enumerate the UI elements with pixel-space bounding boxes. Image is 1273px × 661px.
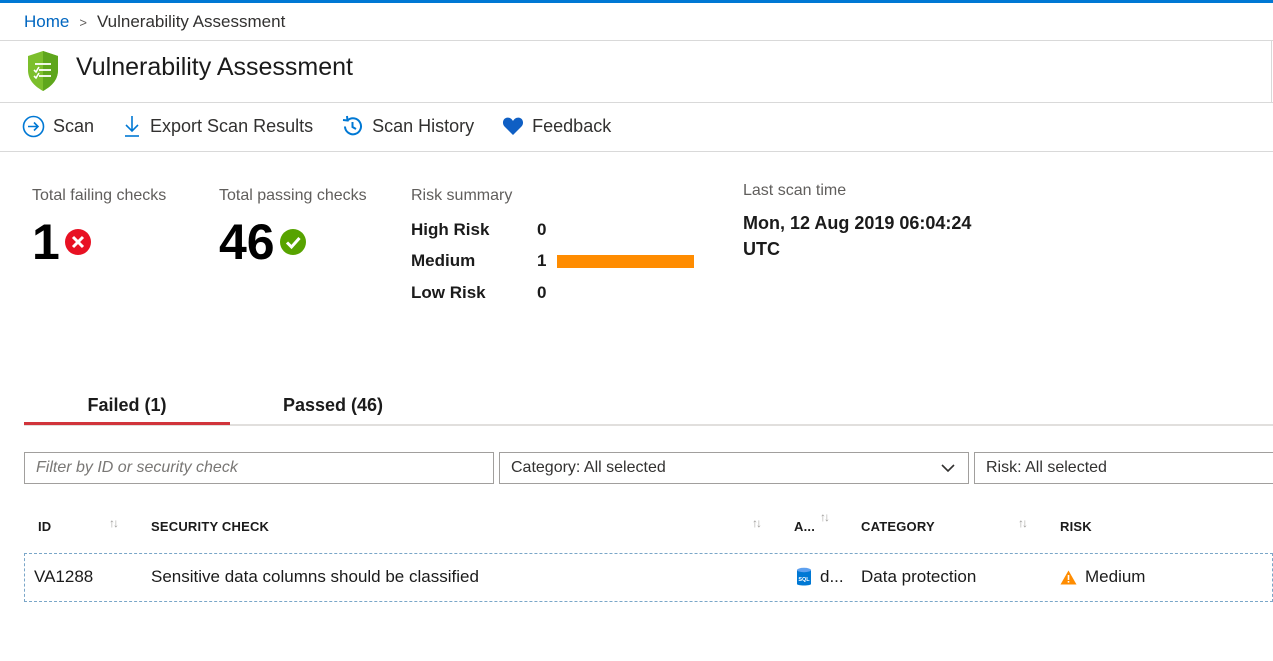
- scan-label: Scan: [53, 115, 95, 136]
- last-scan-label: Last scan time: [743, 182, 847, 199]
- shield-check-icon: [28, 51, 58, 91]
- command-toolbar: Scan Export Scan Results Scan History Fe…: [22, 114, 639, 138]
- risk-name: Medium: [411, 251, 476, 270]
- export-scan-results-button[interactable]: Export Scan Results: [122, 114, 313, 138]
- arrow-circle-icon: [22, 115, 45, 137]
- sql-database-icon: SQL: [797, 567, 811, 586]
- passing-checks-summary: Total passing checks 46: [219, 187, 367, 267]
- failing-checks-summary: Total failing checks 1: [32, 187, 166, 267]
- row-id: VA1288: [34, 567, 94, 586]
- search-input[interactable]: [36, 459, 493, 477]
- page-header: Vulnerability Assessment: [26, 50, 353, 92]
- download-icon: [125, 116, 140, 137]
- risk-dropdown-value: Risk: All selected: [986, 459, 1107, 476]
- risk-count: 0: [537, 283, 547, 302]
- breadcrumb-current: Vulnerability Assessment: [96, 12, 286, 31]
- sort-icon[interactable]: ↑↓: [1018, 516, 1028, 530]
- row-applies-to: SQL d...: [796, 567, 844, 587]
- tab-failed[interactable]: Failed (1): [24, 395, 230, 425]
- column-header-id[interactable]: ID: [38, 519, 51, 534]
- export-label: Export Scan Results: [150, 115, 314, 136]
- scan-button[interactable]: Scan: [22, 115, 94, 138]
- passing-checks-label: Total passing checks: [219, 187, 367, 204]
- chevron-down-icon: [941, 464, 955, 473]
- risk-row-medium: Medium 1: [411, 251, 694, 271]
- scan-history-button[interactable]: Scan History: [341, 115, 474, 138]
- history-clock-icon: [342, 115, 363, 135]
- risk-name: Low Risk: [411, 283, 486, 302]
- risk-count: 1: [537, 251, 547, 270]
- failing-checks-label: Total failing checks: [32, 187, 167, 204]
- toolbar-top-divider: [0, 102, 1273, 103]
- column-header-category[interactable]: CATEGORY: [861, 519, 935, 534]
- header-vertical-divider: [1271, 40, 1272, 102]
- last-scan-datetime: Mon, 12 Aug 2019 06:04:24: [743, 213, 972, 233]
- risk-dropdown[interactable]: Risk: All selected: [974, 452, 1273, 484]
- row-category: Data protection: [861, 567, 977, 586]
- toolbar-bottom-divider: [0, 151, 1273, 152]
- svg-text:SQL: SQL: [798, 577, 810, 583]
- risk-row-low: Low Risk 0: [411, 283, 557, 303]
- heart-icon: [503, 117, 524, 135]
- sort-icon[interactable]: ↑↓: [109, 516, 119, 530]
- search-filter: [24, 452, 494, 484]
- column-header-applies-to[interactable]: A...: [794, 519, 815, 534]
- risk-summary-label: Risk summary: [411, 187, 513, 204]
- error-circle-icon: [64, 229, 91, 255]
- success-check-icon: [279, 229, 306, 255]
- tab-passed[interactable]: Passed (46): [230, 395, 436, 425]
- header-divider: [0, 40, 1273, 41]
- feedback-label: Feedback: [532, 115, 612, 136]
- last-scan-time: Last scan time Mon, 12 Aug 2019 06:04:24…: [743, 182, 971, 262]
- risk-bar: [557, 254, 694, 268]
- passing-checks-count: 46: [219, 214, 275, 270]
- risk-summary: Risk summary High Risk 0 Medium 1 Low Ri…: [411, 187, 694, 302]
- breadcrumb-separator: >: [79, 14, 87, 30]
- failing-checks-count: 1: [32, 214, 60, 270]
- row-risk: Medium: [1060, 567, 1145, 587]
- column-header-security-check[interactable]: SECURITY CHECK: [151, 519, 269, 534]
- feedback-button[interactable]: Feedback: [502, 116, 611, 137]
- row-risk-text: Medium: [1085, 567, 1146, 586]
- last-scan-timezone: UTC: [743, 239, 780, 259]
- top-accent-bar: [0, 0, 1273, 3]
- category-dropdown-value: Category: All selected: [511, 459, 666, 476]
- sort-icon[interactable]: ↑↓: [820, 510, 830, 524]
- row-security-check: Sensitive data columns should be classif…: [151, 567, 479, 586]
- risk-name: High Risk: [411, 220, 490, 239]
- category-dropdown[interactable]: Category: All selected: [499, 452, 969, 484]
- row-applies-to-text: d...: [820, 567, 844, 586]
- results-tabs: Failed (1) Passed (46): [24, 395, 1273, 426]
- breadcrumb-home-link[interactable]: Home: [24, 12, 69, 32]
- warning-triangle-icon: [1060, 570, 1077, 584]
- risk-row-high: High Risk 0: [411, 220, 557, 240]
- sort-icon[interactable]: ↑↓: [752, 516, 762, 530]
- scan-history-label: Scan History: [372, 115, 475, 136]
- column-header-risk[interactable]: RISK: [1060, 519, 1092, 534]
- breadcrumb: Home > Vulnerability Assessment: [24, 12, 285, 32]
- page-title: Vulnerability Assessment: [76, 52, 353, 81]
- risk-count: 0: [537, 220, 547, 239]
